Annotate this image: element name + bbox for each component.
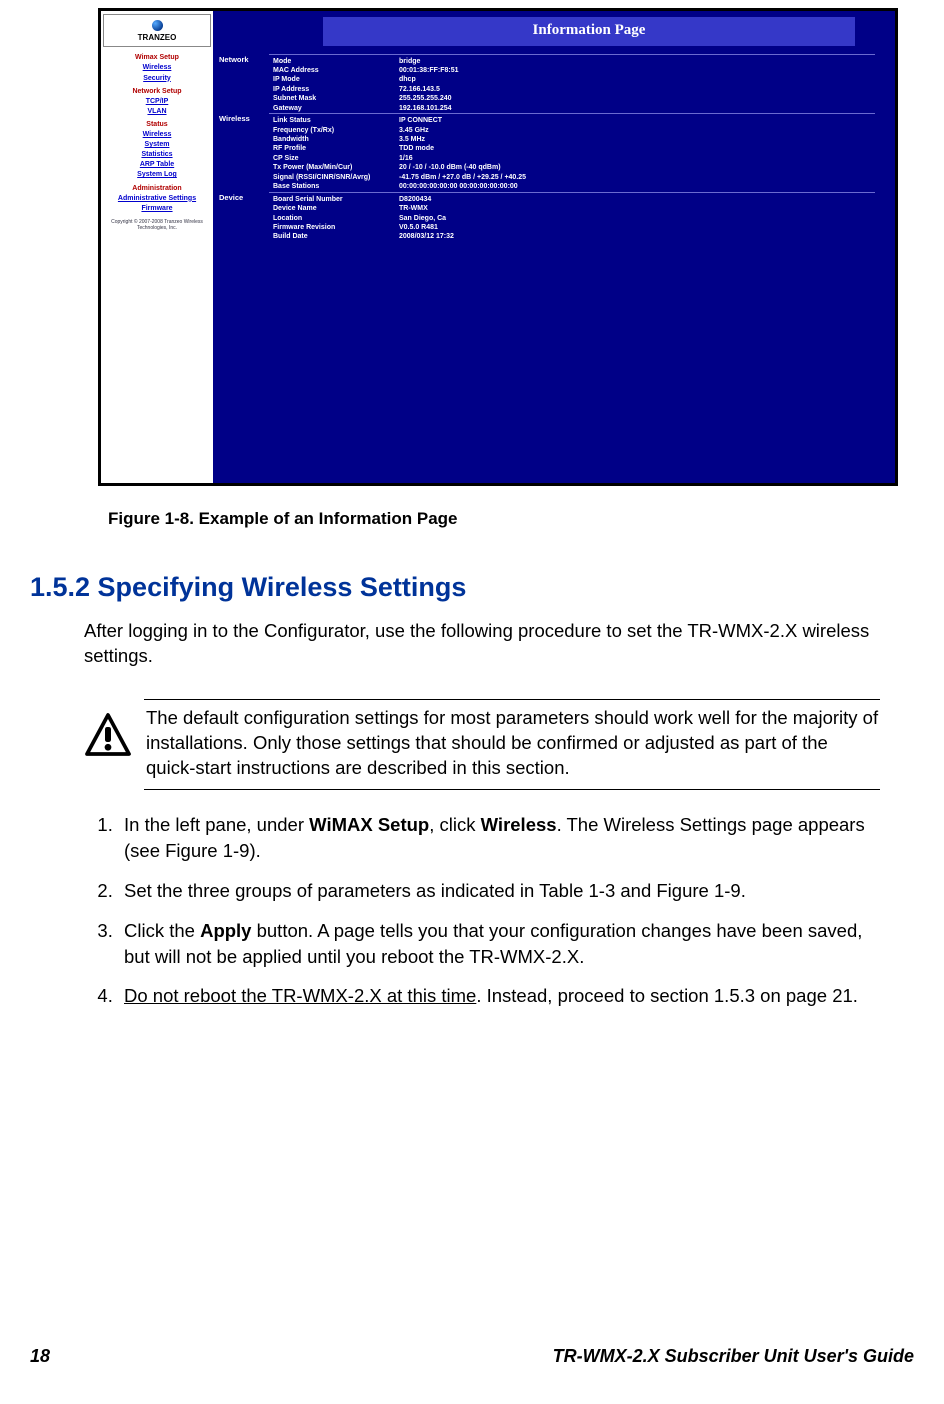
section-device: Device Board Serial NumberD8200434 Devic… bbox=[213, 192, 875, 242]
logo-text: TRANZEO bbox=[138, 33, 177, 42]
step-1: In the left pane, under WiMAX Setup, cli… bbox=[118, 812, 882, 864]
v-build: 2008/03/12 17:32 bbox=[399, 232, 875, 241]
step-2: Set the three groups of parameters as in… bbox=[118, 878, 882, 904]
section-wireless: Wireless Link StatusIP CONNECT Frequency… bbox=[213, 113, 875, 192]
k-base: Base Stations bbox=[269, 182, 399, 191]
k-ipmode: IP Mode bbox=[269, 75, 399, 84]
v-freq: 3.45 GHz bbox=[399, 126, 875, 135]
step-4b: . Instead, proceed to section 1.5.3 on p… bbox=[476, 985, 858, 1006]
note-rule-bottom bbox=[144, 789, 880, 790]
section-device-label: Device bbox=[213, 192, 269, 203]
step-1c: , click bbox=[429, 814, 480, 835]
v-ipaddr: 72.166.143.5 bbox=[399, 85, 875, 94]
k-build: Build Date bbox=[269, 232, 399, 241]
note-box: The default configuration settings for m… bbox=[84, 699, 880, 790]
k-link: Link Status bbox=[269, 116, 399, 125]
nav-head-network: Network Setup bbox=[103, 87, 211, 96]
k-bw: Bandwidth bbox=[269, 135, 399, 144]
k-gateway: Gateway bbox=[269, 104, 399, 113]
nav-admin-settings[interactable]: Administrative Settings bbox=[103, 194, 211, 203]
v-mac: 00:01:38:FF:F8:51 bbox=[399, 66, 875, 75]
k-ipaddr: IP Address bbox=[269, 85, 399, 94]
v-loc: San Diego, Ca bbox=[399, 214, 875, 223]
nav-firmware[interactable]: Firmware bbox=[103, 204, 211, 213]
screenshot-figure: TRANZEO Wimax Setup Wireless Security Ne… bbox=[98, 8, 898, 486]
nav-head-wimax: Wimax Setup bbox=[103, 53, 211, 62]
nav-head-status: Status bbox=[103, 120, 211, 129]
k-mac: MAC Address bbox=[269, 66, 399, 75]
logo-icon bbox=[152, 20, 163, 31]
v-serial: D8200434 bbox=[399, 195, 875, 204]
k-txp: Tx Power (Max/Min/Cur) bbox=[269, 163, 399, 172]
nav-tcpip[interactable]: TCP/IP bbox=[103, 97, 211, 106]
section-wireless-label: Wireless bbox=[213, 113, 269, 124]
v-dname: TR-WMX bbox=[399, 204, 875, 213]
nav-copyright: Copyright © 2007-2008 Tranzeo Wireless T… bbox=[103, 219, 211, 231]
info-page-title: Information Page bbox=[323, 17, 855, 46]
step-3b: Apply bbox=[200, 920, 251, 941]
v-sig: -41.75 dBm / +27.0 dB / +29.25 / +40.25 bbox=[399, 173, 875, 182]
v-mode: bridge bbox=[399, 57, 875, 66]
v-gateway: 192.168.101.254 bbox=[399, 104, 875, 113]
nav-security[interactable]: Security bbox=[103, 74, 211, 83]
v-cp: 1/16 bbox=[399, 154, 875, 163]
step-3: Click the Apply button. A page tells you… bbox=[118, 918, 882, 970]
footer-doc-title: TR-WMX-2.X Subscriber Unit User's Guide bbox=[553, 1345, 914, 1368]
nav-system[interactable]: System bbox=[103, 140, 211, 149]
k-sig: Signal (RSSI/CINR/SNR/Avrg) bbox=[269, 173, 399, 182]
screenshot-sidebar: TRANZEO Wimax Setup Wireless Security Ne… bbox=[101, 11, 213, 483]
note-text: The default configuration settings for m… bbox=[146, 706, 880, 781]
v-subnet: 255.255.255.240 bbox=[399, 94, 875, 103]
step-1a: In the left pane, under bbox=[124, 814, 309, 835]
section-heading: 1.5.2 Specifying Wireless Settings bbox=[30, 570, 914, 605]
v-base: 00:00:00:00:00:00 00:00:00:00:00:00 bbox=[399, 182, 875, 191]
k-serial: Board Serial Number bbox=[269, 195, 399, 204]
k-loc: Location bbox=[269, 214, 399, 223]
k-mode: Mode bbox=[269, 57, 399, 66]
step-4a: Do not reboot the TR-WMX-2.X at this tim… bbox=[124, 985, 476, 1006]
section-network: Network Modebridge MAC Address00:01:38:F… bbox=[213, 54, 875, 114]
v-txp: 20 / -10 / -10.0 dBm (-40 qdBm) bbox=[399, 163, 875, 172]
nav-wireless[interactable]: Wireless bbox=[103, 63, 211, 72]
k-dname: Device Name bbox=[269, 204, 399, 213]
steps-list: In the left pane, under WiMAX Setup, cli… bbox=[90, 812, 882, 1009]
nav-arp[interactable]: ARP Table bbox=[103, 160, 211, 169]
k-fw: Firmware Revision bbox=[269, 223, 399, 232]
footer-page-number: 18 bbox=[30, 1345, 50, 1368]
warning-icon bbox=[84, 712, 132, 760]
k-subnet: Subnet Mask bbox=[269, 94, 399, 103]
k-cp: CP Size bbox=[269, 154, 399, 163]
figure-caption: Figure 1-8. Example of an Information Pa… bbox=[108, 508, 914, 530]
k-freq: Frequency (Tx/Rx) bbox=[269, 126, 399, 135]
nav-syslog[interactable]: System Log bbox=[103, 170, 211, 179]
step-1d: Wireless bbox=[481, 814, 557, 835]
step-4: Do not reboot the TR-WMX-2.X at this tim… bbox=[118, 983, 882, 1009]
nav-vlan[interactable]: VLAN bbox=[103, 107, 211, 116]
k-rf: RF Profile bbox=[269, 144, 399, 153]
nav-wireless2[interactable]: Wireless bbox=[103, 130, 211, 139]
screenshot-main: Information Page Network Modebridge MAC … bbox=[213, 11, 895, 483]
page-footer: 18 TR-WMX-2.X Subscriber Unit User's Gui… bbox=[30, 1345, 914, 1368]
intro-paragraph: After logging in to the Configurator, us… bbox=[84, 619, 880, 669]
section-network-label: Network bbox=[213, 54, 269, 65]
step-3a: Click the bbox=[124, 920, 200, 941]
v-bw: 3.5 MHz bbox=[399, 135, 875, 144]
step-1b: WiMAX Setup bbox=[309, 814, 429, 835]
logo: TRANZEO bbox=[103, 14, 211, 47]
nav-statistics[interactable]: Statistics bbox=[103, 150, 211, 159]
v-ipmode: dhcp bbox=[399, 75, 875, 84]
v-link: IP CONNECT bbox=[399, 116, 875, 125]
v-fw: V0.5.0 R481 bbox=[399, 223, 875, 232]
v-rf: TDD mode bbox=[399, 144, 875, 153]
nav-head-admin: Administration bbox=[103, 184, 211, 193]
info-page-screenshot: TRANZEO Wimax Setup Wireless Security Ne… bbox=[98, 8, 898, 486]
